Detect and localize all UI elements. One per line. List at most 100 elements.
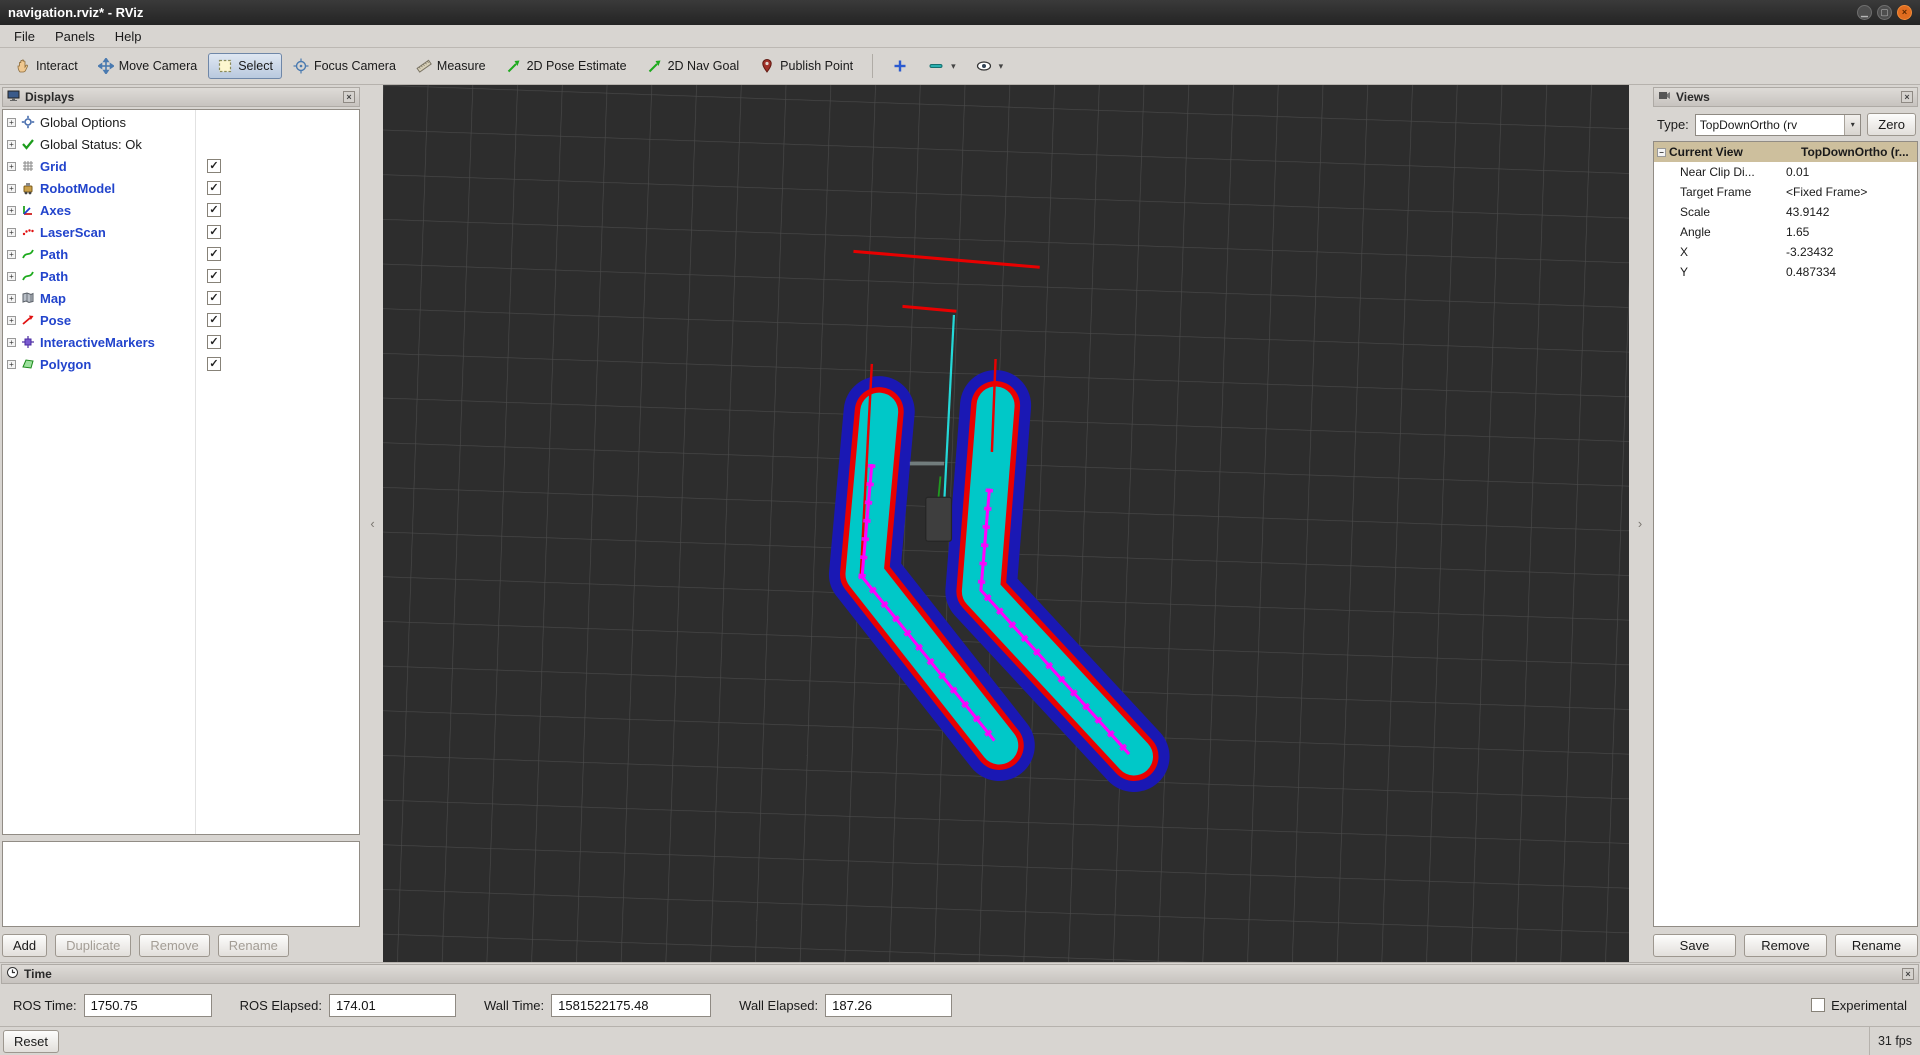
- property-value[interactable]: 0.01: [1786, 165, 1917, 179]
- viewport-canvas[interactable]: [383, 85, 1629, 962]
- interactive-markers-icon: [21, 335, 35, 349]
- display-row-grid[interactable]: + Grid ✓: [3, 155, 359, 177]
- 3d-viewport[interactable]: [383, 85, 1629, 962]
- collapse-left-icon[interactable]: ‹: [370, 516, 374, 531]
- view-property-row[interactable]: Target Frame <Fixed Frame>: [1654, 182, 1917, 202]
- menu-panels[interactable]: Panels: [45, 27, 105, 46]
- wall-time-label: Wall Time:: [484, 998, 544, 1013]
- experimental-checkbox[interactable]: [1811, 998, 1825, 1012]
- right-splitter[interactable]: ›: [1629, 85, 1651, 962]
- view-type-combo[interactable]: TopDownOrtho (rv ▾: [1695, 114, 1861, 136]
- wall-time-field[interactable]: [551, 994, 711, 1017]
- views-buttons: Save Remove Rename: [1653, 934, 1918, 960]
- close-icon[interactable]: ×: [343, 91, 355, 103]
- wall-elapsed-field[interactable]: [825, 994, 952, 1017]
- view-property-row[interactable]: Angle 1.65: [1654, 222, 1917, 242]
- expander-icon[interactable]: +: [7, 272, 16, 281]
- visibility-dropdown[interactable]: ▾: [967, 53, 1013, 79]
- display-checkbox[interactable]: ✓: [207, 225, 221, 239]
- menu-help[interactable]: Help: [105, 27, 152, 46]
- tool-publish-point[interactable]: Publish Point: [750, 53, 862, 79]
- display-row-map[interactable]: + Map ✓: [3, 287, 359, 309]
- tool-2d-nav-goal[interactable]: 2D Nav Goal: [638, 53, 749, 79]
- expander-icon[interactable]: +: [7, 162, 16, 171]
- rename-display-button[interactable]: Rename: [218, 934, 289, 957]
- minimize-button[interactable]: ▁: [1857, 5, 1872, 20]
- display-row-polygon[interactable]: + Polygon ✓: [3, 353, 359, 375]
- display-checkbox[interactable]: ✓: [207, 159, 221, 173]
- view-property-row[interactable]: Near Clip Di... 0.01: [1654, 162, 1917, 182]
- duplicate-display-button[interactable]: Duplicate: [55, 934, 131, 957]
- display-checkbox[interactable]: ✓: [207, 181, 221, 195]
- display-label: LaserScan: [40, 225, 106, 240]
- left-splitter[interactable]: ‹: [362, 85, 383, 962]
- expander-icon[interactable]: +: [7, 184, 16, 193]
- tool-interact[interactable]: Interact: [6, 53, 87, 79]
- add-display-button[interactable]: Add: [2, 934, 47, 957]
- expander-icon[interactable]: +: [7, 118, 16, 127]
- remove-display-button[interactable]: Remove: [139, 934, 209, 957]
- view-property-row[interactable]: Scale 43.9142: [1654, 202, 1917, 222]
- display-checkbox[interactable]: ✓: [207, 203, 221, 217]
- expander-icon[interactable]: +: [7, 294, 16, 303]
- ros-elapsed-field[interactable]: [329, 994, 456, 1017]
- reset-button[interactable]: Reset: [3, 1030, 59, 1053]
- display-checkbox[interactable]: ✓: [207, 247, 221, 261]
- current-view-row[interactable]: − Current View TopDownOrtho (r...: [1654, 142, 1917, 162]
- display-row-robotmodel[interactable]: + RobotModel ✓: [3, 177, 359, 199]
- expander-icon[interactable]: +: [7, 316, 16, 325]
- rename-view-button[interactable]: Rename: [1835, 934, 1918, 957]
- chevron-down-icon[interactable]: ▾: [1844, 115, 1860, 135]
- property-value[interactable]: <Fixed Frame>: [1786, 185, 1917, 199]
- maximize-button[interactable]: ▢: [1877, 5, 1892, 20]
- collapse-right-icon[interactable]: ›: [1638, 516, 1642, 531]
- expander-icon[interactable]: +: [7, 228, 16, 237]
- property-value[interactable]: 0.487334: [1786, 265, 1917, 279]
- close-button[interactable]: ×: [1897, 5, 1912, 20]
- property-value[interactable]: -3.23432: [1786, 245, 1917, 259]
- close-icon[interactable]: ×: [1902, 968, 1914, 980]
- display-row-axes[interactable]: + Axes ✓: [3, 199, 359, 221]
- select-icon: [217, 58, 233, 74]
- expander-icon[interactable]: +: [7, 250, 16, 259]
- view-property-row[interactable]: X -3.23432: [1654, 242, 1917, 262]
- display-row-pose[interactable]: + Pose ✓: [3, 309, 359, 331]
- save-view-button[interactable]: Save: [1653, 934, 1736, 957]
- view-property-row[interactable]: Y 0.487334: [1654, 262, 1917, 282]
- display-row-interactivemarkers[interactable]: + InteractiveMarkers ✓: [3, 331, 359, 353]
- display-row-global-status[interactable]: + Global Status: Ok: [3, 133, 359, 155]
- close-icon[interactable]: ×: [1901, 91, 1913, 103]
- display-row-laserscan[interactable]: + LaserScan ✓: [3, 221, 359, 243]
- tool-2d-pose-estimate[interactable]: 2D Pose Estimate: [497, 53, 636, 79]
- displays-panel-header[interactable]: Displays ×: [2, 87, 360, 107]
- tool-select[interactable]: Select: [208, 53, 282, 79]
- tool-measure[interactable]: Measure: [407, 53, 495, 79]
- expander-icon[interactable]: +: [7, 140, 16, 149]
- views-panel-header[interactable]: Views ×: [1653, 87, 1918, 107]
- expander-icon[interactable]: +: [7, 338, 16, 347]
- property-value[interactable]: 1.65: [1786, 225, 1917, 239]
- tool-focus-camera[interactable]: Focus Camera: [284, 53, 405, 79]
- time-panel-header[interactable]: Time ×: [1, 964, 1919, 984]
- menu-file[interactable]: File: [4, 27, 45, 46]
- ros-time-field[interactable]: [84, 994, 212, 1017]
- tool-label: 2D Pose Estimate: [527, 59, 627, 73]
- display-row-global-options[interactable]: + Global Options: [3, 111, 359, 133]
- display-checkbox[interactable]: ✓: [207, 291, 221, 305]
- add-tool-button[interactable]: [883, 53, 917, 79]
- expander-icon[interactable]: +: [7, 206, 16, 215]
- pose-icon: [21, 313, 35, 327]
- display-row-path-2[interactable]: + Path ✓: [3, 265, 359, 287]
- zero-button[interactable]: Zero: [1867, 113, 1916, 136]
- display-checkbox[interactable]: ✓: [207, 335, 221, 349]
- remove-view-button[interactable]: Remove: [1744, 934, 1827, 957]
- expander-icon[interactable]: +: [7, 360, 16, 369]
- display-checkbox[interactable]: ✓: [207, 269, 221, 283]
- tool-move-camera[interactable]: Move Camera: [89, 53, 207, 79]
- property-value[interactable]: 43.9142: [1786, 205, 1917, 219]
- display-checkbox[interactable]: ✓: [207, 313, 221, 327]
- display-checkbox[interactable]: ✓: [207, 357, 221, 371]
- collapse-expander-icon[interactable]: −: [1657, 148, 1666, 157]
- line-tool-dropdown[interactable]: ▾: [919, 53, 965, 79]
- display-row-path-1[interactable]: + Path ✓: [3, 243, 359, 265]
